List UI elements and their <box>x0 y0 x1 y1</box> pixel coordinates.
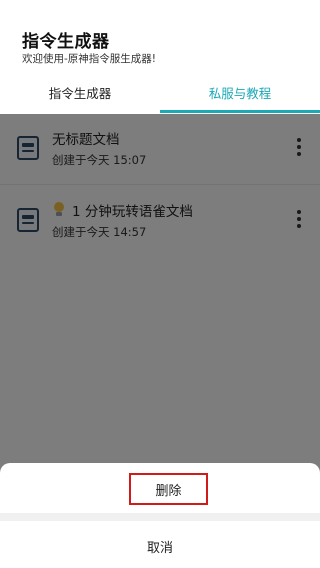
page-subtitle: 欢迎使用-原神指令服生成器! <box>22 53 156 65</box>
tab-private-server-tutorial[interactable]: 私服与教程 <box>160 70 320 114</box>
active-tab-indicator <box>160 110 320 113</box>
app-root: 指令生成器 欢迎使用-原神指令服生成器! 指令生成器 私服与教程 无标题文档 创… <box>0 0 320 568</box>
header: 指令生成器 欢迎使用-原神指令服生成器! <box>0 0 320 70</box>
action-sheet: 删除 取消 <box>0 463 320 568</box>
delete-button[interactable]: 删除 <box>129 473 208 505</box>
tab-bar: 指令生成器 私服与教程 <box>0 70 320 114</box>
page-title: 指令生成器 <box>22 32 110 52</box>
tab-command-generator[interactable]: 指令生成器 <box>0 70 160 114</box>
cancel-button[interactable]: 取消 <box>0 526 320 566</box>
sheet-divider <box>0 513 320 521</box>
